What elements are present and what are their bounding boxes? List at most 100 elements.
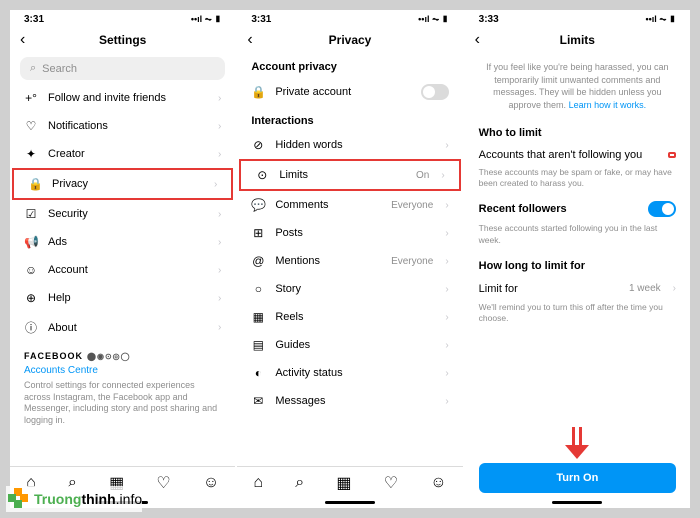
watermark-text2: thinh — [81, 491, 115, 507]
row-comments[interactable]: 💬 Comments Everyone › — [237, 191, 462, 219]
nav-search-icon[interactable]: ⌕ — [295, 474, 304, 492]
mention-icon: @ — [251, 254, 265, 268]
page-title: Privacy — [329, 33, 372, 47]
row-ads[interactable]: 📢 Ads › — [10, 228, 235, 256]
section-account-privacy: Account privacy — [237, 53, 462, 77]
watermark-logo-icon — [6, 486, 32, 512]
chevron-right-icon: › — [218, 209, 221, 220]
row-privacy[interactable]: 🔒 Privacy › — [12, 168, 233, 200]
row-private-account[interactable]: 🔒 Private account — [237, 77, 462, 107]
info-icon: ⓘ — [24, 319, 38, 336]
row-posts[interactable]: ⊞ Posts › — [237, 219, 462, 247]
chevron-right-icon: › — [445, 256, 448, 267]
user-plus-icon: +° — [24, 91, 38, 105]
facebook-section: FACEBOOK ⬤◉⊙◎◯ — [10, 343, 235, 363]
page-title: Limits — [560, 33, 595, 47]
row-story[interactable]: ○ Story › — [237, 275, 462, 303]
chevron-right-icon: › — [445, 228, 448, 239]
chevron-right-icon: › — [673, 283, 676, 294]
back-icon[interactable]: ‹ — [475, 31, 480, 49]
row-security[interactable]: ☑ Security › — [10, 200, 235, 228]
row-activity-status[interactable]: ◐ Activity status › — [237, 359, 462, 387]
watermark-text3: .info — [116, 491, 142, 507]
toggle-highlight — [668, 152, 676, 158]
row-messages[interactable]: ✉ Messages › — [237, 387, 462, 415]
nav-activity-icon[interactable]: ♡ — [156, 473, 170, 493]
header: ‹ Settings — [10, 27, 235, 53]
watermark: Truongthinh.info — [6, 486, 142, 512]
account-icon: ☺ — [24, 263, 38, 277]
lock-icon: 🔒 — [28, 177, 42, 191]
turn-on-button[interactable]: Turn On — [479, 463, 676, 493]
row-follow-invite[interactable]: +° Follow and invite friends › — [10, 84, 235, 112]
nav-reels-icon[interactable]: ▦ — [336, 473, 351, 493]
row-reels[interactable]: ▦ Reels › — [237, 303, 462, 331]
status-bar: 3:31 ••ıl ⏦ ▮ — [237, 10, 462, 27]
back-icon[interactable]: ‹ — [247, 31, 252, 49]
row-limit-for[interactable]: Limit for 1 week › — [465, 276, 690, 302]
chevron-right-icon: › — [218, 93, 221, 104]
nav-activity-icon[interactable]: ♡ — [384, 473, 398, 493]
row-account[interactable]: ☺ Account › — [10, 256, 235, 284]
not-following-sub: These accounts may be spam or fake, or m… — [465, 167, 690, 195]
status-indicators: ••ıl ⏦ ▮ — [191, 14, 222, 25]
search-placeholder: Search — [42, 63, 77, 75]
recent-followers-toggle[interactable] — [648, 201, 676, 217]
row-guides[interactable]: ▤ Guides › — [237, 331, 462, 359]
row-limits[interactable]: ⊙ Limits On › — [239, 159, 460, 191]
story-icon: ○ — [251, 282, 265, 296]
accounts-centre-link[interactable]: Accounts Centre — [10, 363, 235, 378]
search-input[interactable]: ⌕ Search — [20, 57, 225, 80]
annotation-arrow-icon — [465, 427, 690, 459]
learn-link[interactable]: Learn how it works. — [569, 100, 647, 110]
chevron-right-icon: › — [218, 237, 221, 248]
header: ‹ Limits — [465, 27, 690, 53]
private-account-toggle[interactable] — [421, 84, 449, 100]
chevron-right-icon: › — [218, 149, 221, 160]
remind-text: We'll remind you to turn this off after … — [465, 302, 690, 330]
chevron-right-icon: › — [445, 396, 448, 407]
nav-profile-icon[interactable]: ☺ — [203, 474, 219, 492]
chevron-right-icon: › — [445, 312, 448, 323]
row-recent-followers[interactable]: Recent followers — [465, 195, 690, 223]
chevron-right-icon: › — [445, 140, 448, 151]
row-creator[interactable]: ✦ Creator › — [10, 140, 235, 168]
row-hidden-words[interactable]: ⊘ Hidden words › — [237, 131, 462, 159]
status-indicators: ••ıl ⏦ ▮ — [645, 14, 676, 25]
chevron-right-icon: › — [445, 368, 448, 379]
status-time: 3:31 — [24, 14, 44, 25]
lock-icon: 🔒 — [251, 85, 265, 99]
row-help[interactable]: ⊕ Help › — [10, 284, 235, 312]
row-notifications[interactable]: ♡ Notifications › — [10, 112, 235, 140]
row-mentions[interactable]: @ Mentions Everyone › — [237, 247, 462, 275]
settings-screen: 3:31 ••ıl ⏦ ▮ ‹ Settings ⌕ Search +° Fol… — [10, 10, 235, 508]
bell-icon: ♡ — [24, 119, 38, 133]
limits-screen: 3:33 ••ıl ⏦ ▮ ‹ Limits If you feel like … — [465, 10, 690, 508]
row-about[interactable]: ⓘ About › — [10, 312, 235, 343]
comment-icon: 💬 — [251, 198, 265, 212]
chevron-right-icon: › — [214, 179, 217, 190]
bottom-nav: ⌂ ⌕ ▦ ♡ ☺ — [237, 466, 462, 499]
status-bar: 3:33 ••ıl ⏦ ▮ — [465, 10, 690, 27]
status-bar: 3:31 ••ıl ⏦ ▮ — [10, 10, 235, 27]
back-icon[interactable]: ‹ — [20, 31, 25, 49]
nav-profile-icon[interactable]: ☺ — [430, 474, 446, 492]
messages-icon: ✉ — [251, 394, 265, 408]
section-how-long: How long to limit for — [465, 252, 690, 276]
footer-description: Control settings for connected experienc… — [10, 378, 235, 429]
header: ‹ Privacy — [237, 27, 462, 53]
home-indicator — [552, 501, 602, 504]
chevron-right-icon: › — [218, 293, 221, 304]
megaphone-icon: 📢 — [24, 235, 38, 249]
chevron-right-icon: › — [218, 265, 221, 276]
nav-home-icon[interactable]: ⌂ — [253, 474, 263, 492]
guides-icon: ▤ — [251, 338, 265, 352]
recent-followers-sub: These accounts started following you in … — [465, 223, 690, 251]
section-who-to-limit: Who to limit — [465, 119, 690, 143]
section-interactions: Interactions — [237, 107, 462, 131]
row-not-following[interactable]: Accounts that aren't following you — [465, 143, 690, 167]
home-indicator — [325, 501, 375, 504]
chevron-right-icon: › — [441, 170, 444, 181]
activity-icon: ◐ — [251, 366, 265, 380]
status-time: 3:31 — [251, 14, 271, 25]
